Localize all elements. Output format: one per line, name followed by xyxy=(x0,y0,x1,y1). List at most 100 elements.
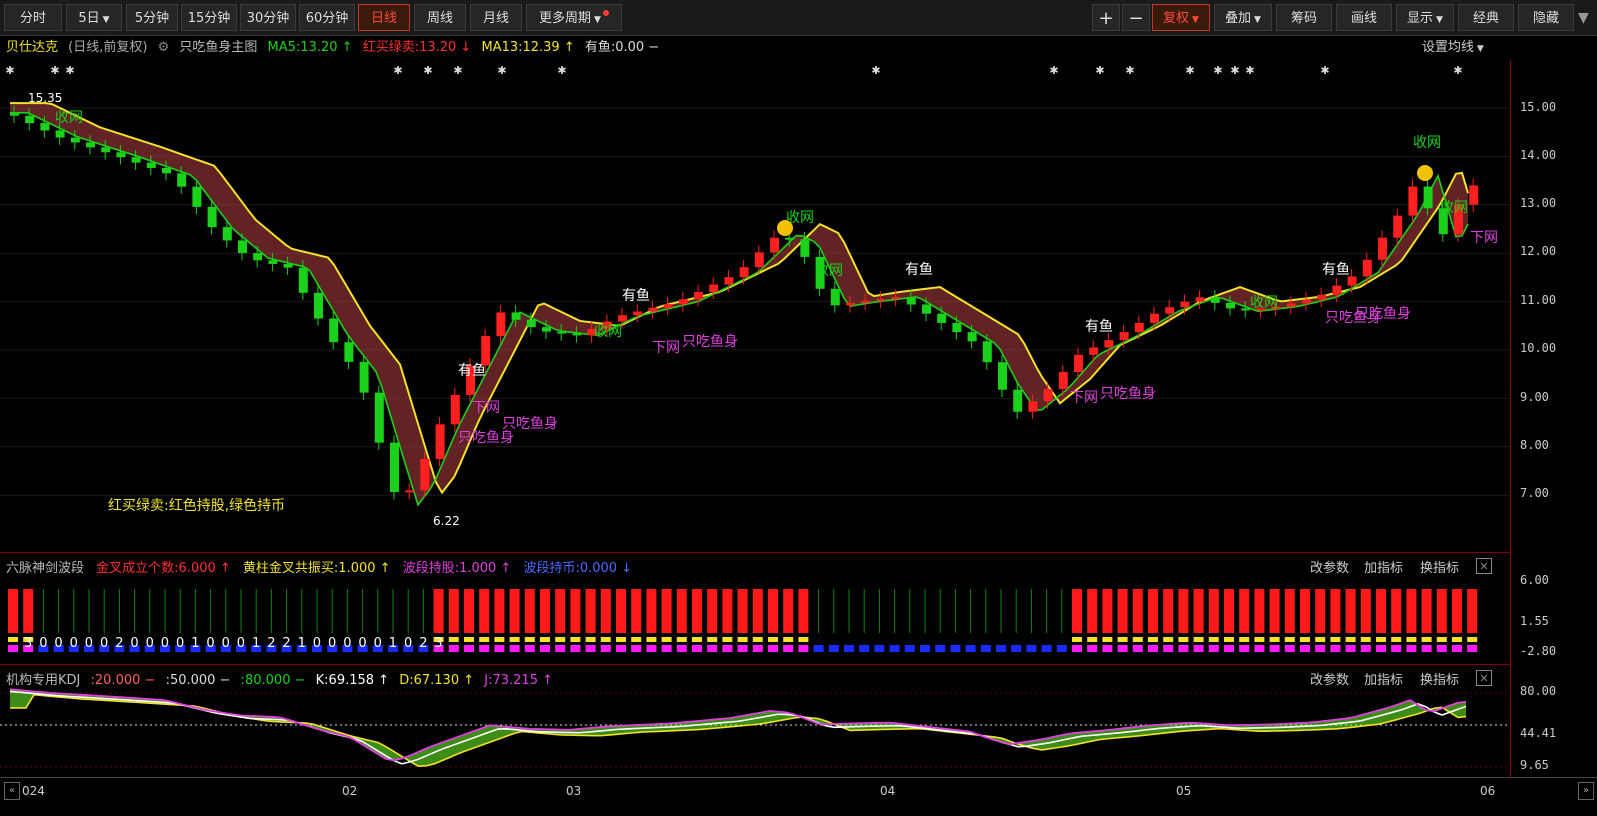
overlay-button[interactable]: 叠加 ▼ xyxy=(1214,4,1272,31)
candle xyxy=(162,167,171,174)
boduan-bar xyxy=(524,645,535,652)
boduan-bar xyxy=(661,645,672,652)
huangzhu-bar xyxy=(540,637,550,642)
boduan-bar xyxy=(631,645,642,652)
expand-icon[interactable]: ▼ xyxy=(1578,10,1589,26)
candle xyxy=(922,304,931,314)
period-toolbar: 分时 5日 ▼ 5分钟 15分钟 30分钟 60分钟 日线 周线 月线 更多周期 ▼… xyxy=(0,0,1597,36)
candle xyxy=(1317,294,1327,300)
candle xyxy=(55,130,65,138)
chevron-down-icon: ▼ xyxy=(1254,15,1261,25)
classic-button[interactable]: 经典 xyxy=(1458,4,1514,31)
draw-line-button[interactable]: 画线 xyxy=(1336,4,1392,31)
huangzhu-bar xyxy=(1300,637,1310,642)
tab-daily[interactable]: 日线 xyxy=(358,4,410,31)
candle xyxy=(10,112,19,116)
more-periods-button[interactable]: 更多周期 ▼ xyxy=(526,4,622,31)
display-button[interactable]: 显示 ▼ xyxy=(1396,4,1454,31)
liumai-digit: 2 xyxy=(419,636,427,651)
huangzhu-bar xyxy=(722,637,733,642)
liumai-bar xyxy=(1330,589,1341,633)
liumai-bar xyxy=(646,589,657,633)
signal-label: 只吃鱼身 xyxy=(502,415,558,432)
tab-5min[interactable]: 5分钟 xyxy=(126,4,178,31)
kdj-d-line xyxy=(10,693,1467,767)
price-tick: 13.00 xyxy=(1520,196,1557,210)
boduan-bar xyxy=(585,645,596,652)
boduan-bar xyxy=(1132,645,1143,652)
panel2-close-icon[interactable]: ✕ xyxy=(1476,558,1492,574)
zoom-out-button[interactable]: − xyxy=(1122,4,1150,31)
chips-button[interactable]: 筹码 xyxy=(1276,4,1332,31)
boduan-bar xyxy=(950,645,961,652)
candlestick-chart[interactable]: ✱ ✱ ✱ ✱ ✱ ✱ ✱ ✱ ✱ ✱ ✱ ✱ ✱ ✱ ✱ ✱ ✱ ✱收网收网收网收网收网收网收网有鱼有鱼有鱼有鱼… xyxy=(0,60,1510,550)
boduan-bar xyxy=(889,645,900,652)
signal-label: 只吃鱼身 xyxy=(682,333,738,350)
candle xyxy=(1332,285,1342,295)
liumai-bar xyxy=(1436,589,1447,633)
price-tick: 9.00 xyxy=(1520,390,1549,404)
ma-settings-button[interactable]: 设置均线 ▼ xyxy=(1422,37,1484,60)
candle xyxy=(177,173,187,187)
panel2-params-button[interactable]: 改参数 xyxy=(1310,557,1349,576)
candle xyxy=(800,239,810,257)
candle xyxy=(1089,347,1099,355)
tab-5day[interactable]: 5日 ▼ xyxy=(66,4,122,31)
fuquan-button[interactable]: 复权 ▼ xyxy=(1152,4,1210,31)
scroll-right-icon[interactable]: » xyxy=(1578,782,1594,800)
chart-mode: (日线,前复权) xyxy=(68,40,148,55)
panel3-close-icon[interactable]: ✕ xyxy=(1476,670,1492,686)
panel2-legend: 六脉神剑波段 金叉成立个数:6.000 ↑ 黄柱金叉共振买:1.000 ↑ 波段… xyxy=(6,557,632,576)
liumai-bar xyxy=(783,589,794,633)
huangzhu-bar xyxy=(707,637,718,642)
liumai-bar xyxy=(1254,589,1265,633)
panel2-add-button[interactable]: 加指标 xyxy=(1364,557,1403,576)
candle xyxy=(511,312,521,320)
liumai-bar xyxy=(1072,589,1082,633)
tab-fenshi[interactable]: 分时 xyxy=(4,4,62,31)
liumai-digit: 0 xyxy=(206,636,214,651)
tab-30min[interactable]: 30分钟 xyxy=(240,4,296,31)
signal-marker: ✱ xyxy=(557,64,566,77)
zoom-in-button[interactable]: + xyxy=(1092,4,1120,31)
tab-weekly[interactable]: 周线 xyxy=(414,4,466,31)
tab-15min[interactable]: 15分钟 xyxy=(181,4,237,31)
indicator-name[interactable]: 只吃鱼身主图 xyxy=(179,40,257,55)
candle xyxy=(770,237,779,253)
date-tick: 05 xyxy=(1176,784,1192,798)
price-tick: 12.00 xyxy=(1520,244,1557,258)
liumai-bar xyxy=(1452,589,1462,633)
candle xyxy=(1302,299,1311,304)
candle xyxy=(1210,297,1220,303)
candle xyxy=(268,260,278,264)
panel-divider xyxy=(0,552,1510,553)
panel2-switch-button[interactable]: 换指标 xyxy=(1420,557,1459,576)
candle xyxy=(359,361,369,393)
huangzhu-bar xyxy=(692,637,702,642)
hide-button[interactable]: 隐藏 xyxy=(1518,4,1574,31)
candle xyxy=(830,288,840,306)
signal-label: 收网 xyxy=(1250,295,1278,311)
liumai-bar xyxy=(798,589,809,633)
candle xyxy=(1408,186,1418,216)
candle xyxy=(648,307,658,312)
scroll-left-icon[interactable]: « xyxy=(4,782,20,800)
liumai-bar xyxy=(1087,589,1098,633)
liumai-bar xyxy=(1284,589,1295,633)
boduan-bar xyxy=(1391,645,1402,652)
panel2-tick: -2.80 xyxy=(1520,644,1557,658)
boduan-bar xyxy=(1452,645,1462,652)
huangzhu-bar xyxy=(524,637,535,642)
boduan-bar xyxy=(935,645,946,652)
settings-gear-icon[interactable]: ⚙ xyxy=(158,40,170,55)
signal-marker: ✱ xyxy=(5,64,14,77)
boduan-bar xyxy=(1269,645,1280,652)
liumai-bar xyxy=(1178,589,1189,633)
tab-60min[interactable]: 60分钟 xyxy=(299,4,355,31)
boduan-bar xyxy=(965,645,976,652)
signal-marker: ✱ xyxy=(65,64,74,77)
tab-monthly[interactable]: 月线 xyxy=(470,4,522,31)
boduan-bar xyxy=(1360,645,1371,652)
boduan-bar xyxy=(828,645,839,652)
liumai-bar xyxy=(631,589,642,633)
